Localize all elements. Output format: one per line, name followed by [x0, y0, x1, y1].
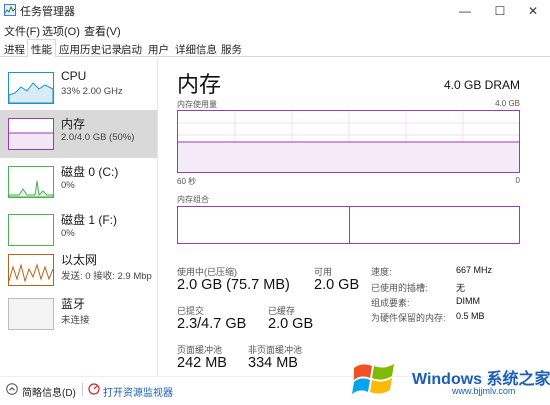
available-value: 2.0 GB	[314, 277, 360, 293]
speed-label: 速度:	[371, 267, 392, 277]
usage-graph-label: 内存使用量	[177, 100, 217, 109]
resource-cpu[interactable]: CPU 33% 2.00 GHz	[0, 64, 157, 112]
resource-name: 磁盘 1 (F:)	[61, 213, 117, 227]
resource-detail: 2.0/4.0 GB (50%)	[61, 132, 135, 143]
resource-disk-0[interactable]: 磁盘 0 (C:) 0%	[0, 158, 157, 206]
composition-divider	[349, 207, 350, 243]
menu-options[interactable]: 选项(O)	[42, 23, 80, 39]
memory-usage-graph	[177, 110, 520, 173]
resource-name: 蓝牙	[61, 297, 86, 311]
tab-startup[interactable]: 启动	[118, 40, 145, 57]
graph-time-right: 0	[515, 176, 520, 185]
task-manager-icon	[4, 4, 16, 16]
tab-users[interactable]: 用户	[145, 40, 172, 57]
resource-ethernet[interactable]: 以太网 发送: 0 接收: 2.9 Mbp	[0, 246, 157, 294]
resource-name: CPU	[61, 69, 87, 83]
resource-detail: 发送: 0 接收: 2.9 Mbp	[61, 271, 152, 282]
reserved-value: 0.5 MB	[456, 311, 485, 321]
paged-pool-value: 242 MB	[177, 355, 227, 371]
tab-services[interactable]: 服务	[218, 40, 245, 57]
disk-1-thumbnail-graph	[8, 214, 54, 246]
form-factor-value: DIMM	[456, 296, 480, 306]
resource-detail: 0%	[61, 180, 75, 191]
ethernet-thumbnail-graph	[8, 254, 54, 286]
resource-bluetooth[interactable]: 蓝牙 未连接	[0, 290, 157, 338]
maximize-button[interactable]: ☐	[483, 0, 517, 21]
resource-list: CPU 33% 2.00 GHz 内存 2.0/4.0 GB (50%) 磁盘 …	[0, 58, 158, 376]
close-button[interactable]: ✕	[516, 0, 550, 21]
tab-details[interactable]: 详细信息	[172, 40, 220, 57]
watermark-url: www.bjjmlv.com	[452, 386, 516, 396]
speed-value: 667 MHz	[456, 265, 493, 275]
in-use-value: 2.0 GB (75.7 MB)	[177, 277, 290, 293]
form-factor-label: 组成要素:	[371, 298, 410, 308]
composition-label: 内存组合	[177, 195, 209, 204]
resource-detail: 0%	[61, 228, 75, 239]
resource-name: 磁盘 0 (C:)	[61, 165, 119, 179]
chevron-up-icon[interactable]	[6, 383, 18, 395]
memory-spec: 4.0 GB DRAM	[443, 78, 520, 92]
slots-label: 已使用的插槽:	[371, 283, 428, 293]
bottom-divider	[82, 383, 83, 396]
disk-0-thumbnail-graph	[8, 166, 54, 198]
tab-processes[interactable]: 进程	[1, 40, 28, 57]
graph-time-left: 60 秒	[177, 177, 197, 186]
resource-monitor-icon	[88, 383, 100, 395]
fewer-details-link[interactable]: 简略信息(D)	[22, 384, 76, 399]
cached-value: 2.0 GB	[268, 316, 314, 332]
menu-bar: 文件(F) 选项(O) 查看(V)	[0, 21, 550, 39]
title-bar: 任务管理器 — ☐ ✕	[0, 0, 550, 21]
tab-app-history[interactable]: 应用历史记录	[56, 40, 125, 57]
nonpaged-pool-value: 334 MB	[248, 355, 298, 371]
tab-performance[interactable]: 性能	[27, 39, 56, 58]
bluetooth-thumbnail-graph	[8, 298, 54, 330]
resource-detail: 33% 2.00 GHz	[61, 86, 123, 97]
committed-value: 2.3/4.7 GB	[177, 316, 247, 332]
resource-detail: 未连接	[61, 315, 90, 326]
cpu-thumbnail-graph	[8, 72, 54, 104]
resource-name: 以太网	[61, 253, 98, 267]
memory-thumbnail-graph	[8, 118, 54, 150]
minimize-button[interactable]: —	[448, 0, 482, 21]
usage-graph-max: 4.0 GB	[495, 99, 520, 108]
menu-view[interactable]: 查看(V)	[84, 23, 121, 39]
resource-memory[interactable]: 内存 2.0/4.0 GB (50%)	[0, 110, 157, 158]
open-resource-monitor-link[interactable]: 打开资源监视器	[103, 384, 173, 399]
memory-composition-bar	[177, 206, 520, 244]
main-title: 内存	[177, 72, 222, 97]
resource-name: 内存	[61, 117, 86, 131]
tab-bar: 进程 性能 应用历史记录 启动 用户 详细信息 服务	[0, 39, 550, 58]
window-title: 任务管理器	[20, 6, 75, 18]
reserved-label: 为硬件保留的内存:	[371, 313, 446, 323]
windows-logo	[352, 364, 394, 394]
slots-value: 无	[456, 283, 466, 293]
menu-file[interactable]: 文件(F)	[4, 23, 40, 39]
